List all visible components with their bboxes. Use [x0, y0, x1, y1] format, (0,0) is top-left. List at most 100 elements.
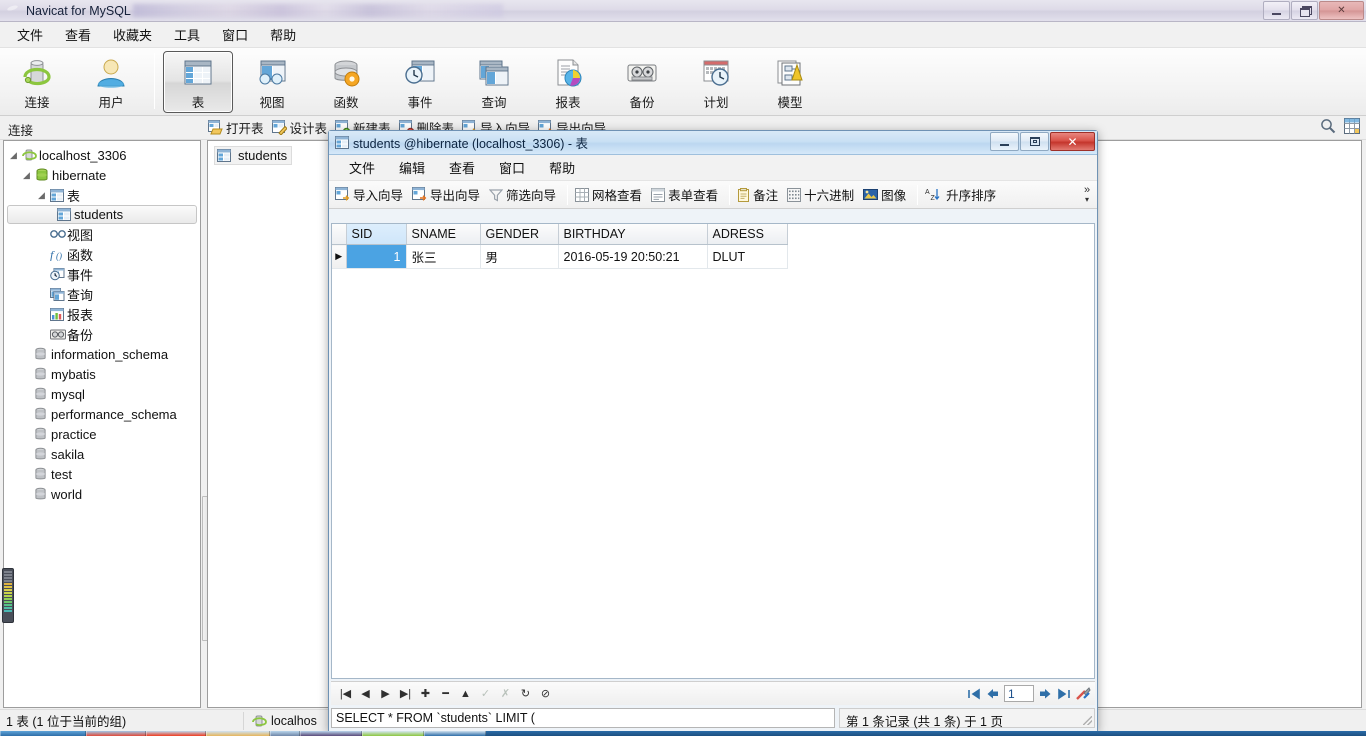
taskbar-item[interactable]	[206, 731, 270, 736]
toolbar-button-view[interactable]: 视图	[237, 51, 307, 113]
tree-item-views-folder[interactable]: 视图	[4, 224, 200, 244]
tree-item-test[interactable]: test	[4, 464, 200, 484]
data-grid[interactable]: SID SNAME GENDER BIRTHDAY ADRESS ▶ 1 张三 …	[331, 223, 1095, 679]
sidebar-gadget[interactable]	[2, 568, 14, 623]
page-first-icon[interactable]	[966, 687, 982, 701]
import-wizard-button[interactable]: 导入向导	[335, 185, 403, 204]
child-menu-item-edit[interactable]: 编辑	[387, 155, 437, 180]
tree-item-information-schema[interactable]: information_schema	[4, 344, 200, 364]
tree-item-reports-folder[interactable]: 报表	[4, 304, 200, 324]
cell-adress[interactable]: DLUT	[707, 244, 788, 269]
tree-item-world[interactable]: world	[4, 484, 200, 504]
menu-item-view[interactable]: 查看	[54, 22, 102, 47]
toolbar-button-schedule[interactable]: 计划	[681, 51, 751, 113]
add-record-icon[interactable]: ✚	[417, 685, 434, 703]
taskbar-item[interactable]	[300, 731, 362, 736]
minimize-icon[interactable]	[1263, 1, 1290, 20]
cell-sid[interactable]: 1	[346, 244, 407, 269]
tree-item-students[interactable]: students	[7, 205, 197, 224]
toolbar-button-report[interactable]: 报表	[533, 51, 603, 113]
close-icon[interactable]: ✕	[1319, 1, 1364, 20]
taskbar-item[interactable]	[424, 731, 486, 736]
resize-grip[interactable]	[1083, 716, 1092, 725]
page-last-icon[interactable]	[1056, 687, 1072, 701]
taskbar-item[interactable]	[146, 731, 206, 736]
tree-item-queries-folder[interactable]: 查询	[4, 284, 200, 304]
column-header-sname[interactable]: SNAME	[406, 224, 481, 245]
child-menu-item-window[interactable]: 窗口	[487, 155, 537, 180]
column-header-sid[interactable]: SID	[346, 224, 407, 245]
cell-gender[interactable]: 男	[480, 244, 559, 269]
image-button[interactable]: 图像	[863, 185, 906, 204]
tools-icon[interactable]	[1075, 686, 1091, 701]
sql-preview[interactable]: SELECT * FROM `students` LIMIT (	[331, 708, 835, 728]
search-icon[interactable]	[1320, 118, 1336, 134]
stop-icon[interactable]: ⊘	[537, 685, 554, 703]
restore-icon[interactable]	[1291, 1, 1318, 20]
menu-item-tools[interactable]: 工具	[163, 22, 211, 47]
form-view-button[interactable]: 表单查看	[651, 185, 718, 204]
toolbar-button-user[interactable]: 用户	[76, 51, 146, 113]
tree-item-events-folder[interactable]: 事件	[4, 264, 200, 284]
menu-item-window[interactable]: 窗口	[211, 22, 259, 47]
taskbar-start-button[interactable]	[0, 731, 86, 736]
refresh-icon[interactable]: ↻	[517, 685, 534, 703]
menu-item-file[interactable]: 文件	[6, 22, 54, 47]
expand-arrow-icon[interactable]: ◢	[10, 150, 22, 161]
toolbar-button-function[interactable]: 函数	[311, 51, 381, 113]
toolbar-button-model[interactable]: 模型	[755, 51, 825, 113]
cell-sname[interactable]: 张三	[406, 244, 481, 269]
menu-item-help[interactable]: 帮助	[259, 22, 307, 47]
export-wizard-button[interactable]: 导出向导	[412, 185, 480, 204]
menu-item-favorites[interactable]: 收藏夹	[102, 22, 163, 47]
expand-arrow-icon[interactable]: ◢	[38, 190, 50, 201]
toolbar-button-table[interactable]: 表	[163, 51, 233, 113]
toolbar-button-backup[interactable]: 备份	[607, 51, 677, 113]
column-header-adress[interactable]: ADRESS	[707, 224, 788, 245]
grid-view-icon[interactable]	[1344, 118, 1360, 134]
next-record-icon[interactable]: ▶	[377, 685, 394, 703]
tree-item-hibernate[interactable]: ◢ hibernate	[4, 165, 200, 185]
list-item[interactable]: students	[214, 146, 293, 165]
sort-ascending-button[interactable]: A Z 升序排序	[925, 185, 996, 204]
design-table-button[interactable]: 设计表	[271, 118, 327, 137]
maximize-icon[interactable]	[1020, 132, 1049, 151]
delete-record-icon[interactable]: ━	[437, 685, 454, 703]
tree-item-practice[interactable]: practice	[4, 424, 200, 444]
child-menu-item-view[interactable]: 查看	[437, 155, 487, 180]
taskbar-item[interactable]	[362, 731, 424, 736]
cell-birthday[interactable]: 2016-05-19 20:50:21	[558, 244, 708, 269]
toolbar-button-connection[interactable]: 连接	[2, 51, 72, 113]
toolbar-overflow-button[interactable]: » ▾	[1080, 182, 1094, 208]
hex-button[interactable]: 十六进制	[787, 185, 854, 204]
tree-item-backups-folder[interactable]: 备份	[4, 324, 200, 344]
tree-item-functions-folder[interactable]: f () 函数	[4, 244, 200, 264]
last-record-icon[interactable]: ▶|	[397, 685, 414, 703]
page-next-icon[interactable]	[1037, 687, 1053, 701]
toolbar-button-query[interactable]: 查询	[459, 51, 529, 113]
table-row[interactable]: ▶ 1 张三 男 2016-05-19 20:50:21 DLUT	[332, 244, 788, 269]
tree-item-localhost-3306[interactable]: ◢ localhost_3306	[4, 145, 200, 165]
tree-item-mysql[interactable]: mysql	[4, 384, 200, 404]
page-prev-icon[interactable]	[985, 687, 1001, 701]
column-header-birthday[interactable]: BIRTHDAY	[558, 224, 708, 245]
tree-item-mybatis[interactable]: mybatis	[4, 364, 200, 384]
filter-wizard-button[interactable]: 筛选向导	[489, 185, 556, 204]
previous-record-icon[interactable]: ◀	[357, 685, 374, 703]
column-header-gender[interactable]: GENDER	[480, 224, 559, 245]
taskbar-item[interactable]	[86, 731, 146, 736]
close-icon[interactable]: ✕	[1050, 132, 1095, 151]
page-number-input[interactable]: 1	[1004, 685, 1034, 702]
expand-arrow-icon[interactable]: ◢	[23, 170, 35, 181]
tree-item-sakila[interactable]: sakila	[4, 444, 200, 464]
grid-view-button[interactable]: 网格查看	[575, 185, 642, 204]
toolbar-button-event[interactable]: 事件	[385, 51, 455, 113]
minimize-icon[interactable]	[990, 132, 1019, 151]
child-menu-item-file[interactable]: 文件	[337, 155, 387, 180]
taskbar-item[interactable]	[270, 731, 300, 736]
child-menu-item-help[interactable]: 帮助	[537, 155, 587, 180]
open-table-button[interactable]: 打开表	[208, 118, 264, 137]
tree-item-performance-schema[interactable]: performance_schema	[4, 404, 200, 424]
first-record-icon[interactable]: |◀	[337, 685, 354, 703]
connection-tree-panel[interactable]: ◢ localhost_3306 ◢ hibernate ◢ 表 student…	[3, 140, 211, 708]
